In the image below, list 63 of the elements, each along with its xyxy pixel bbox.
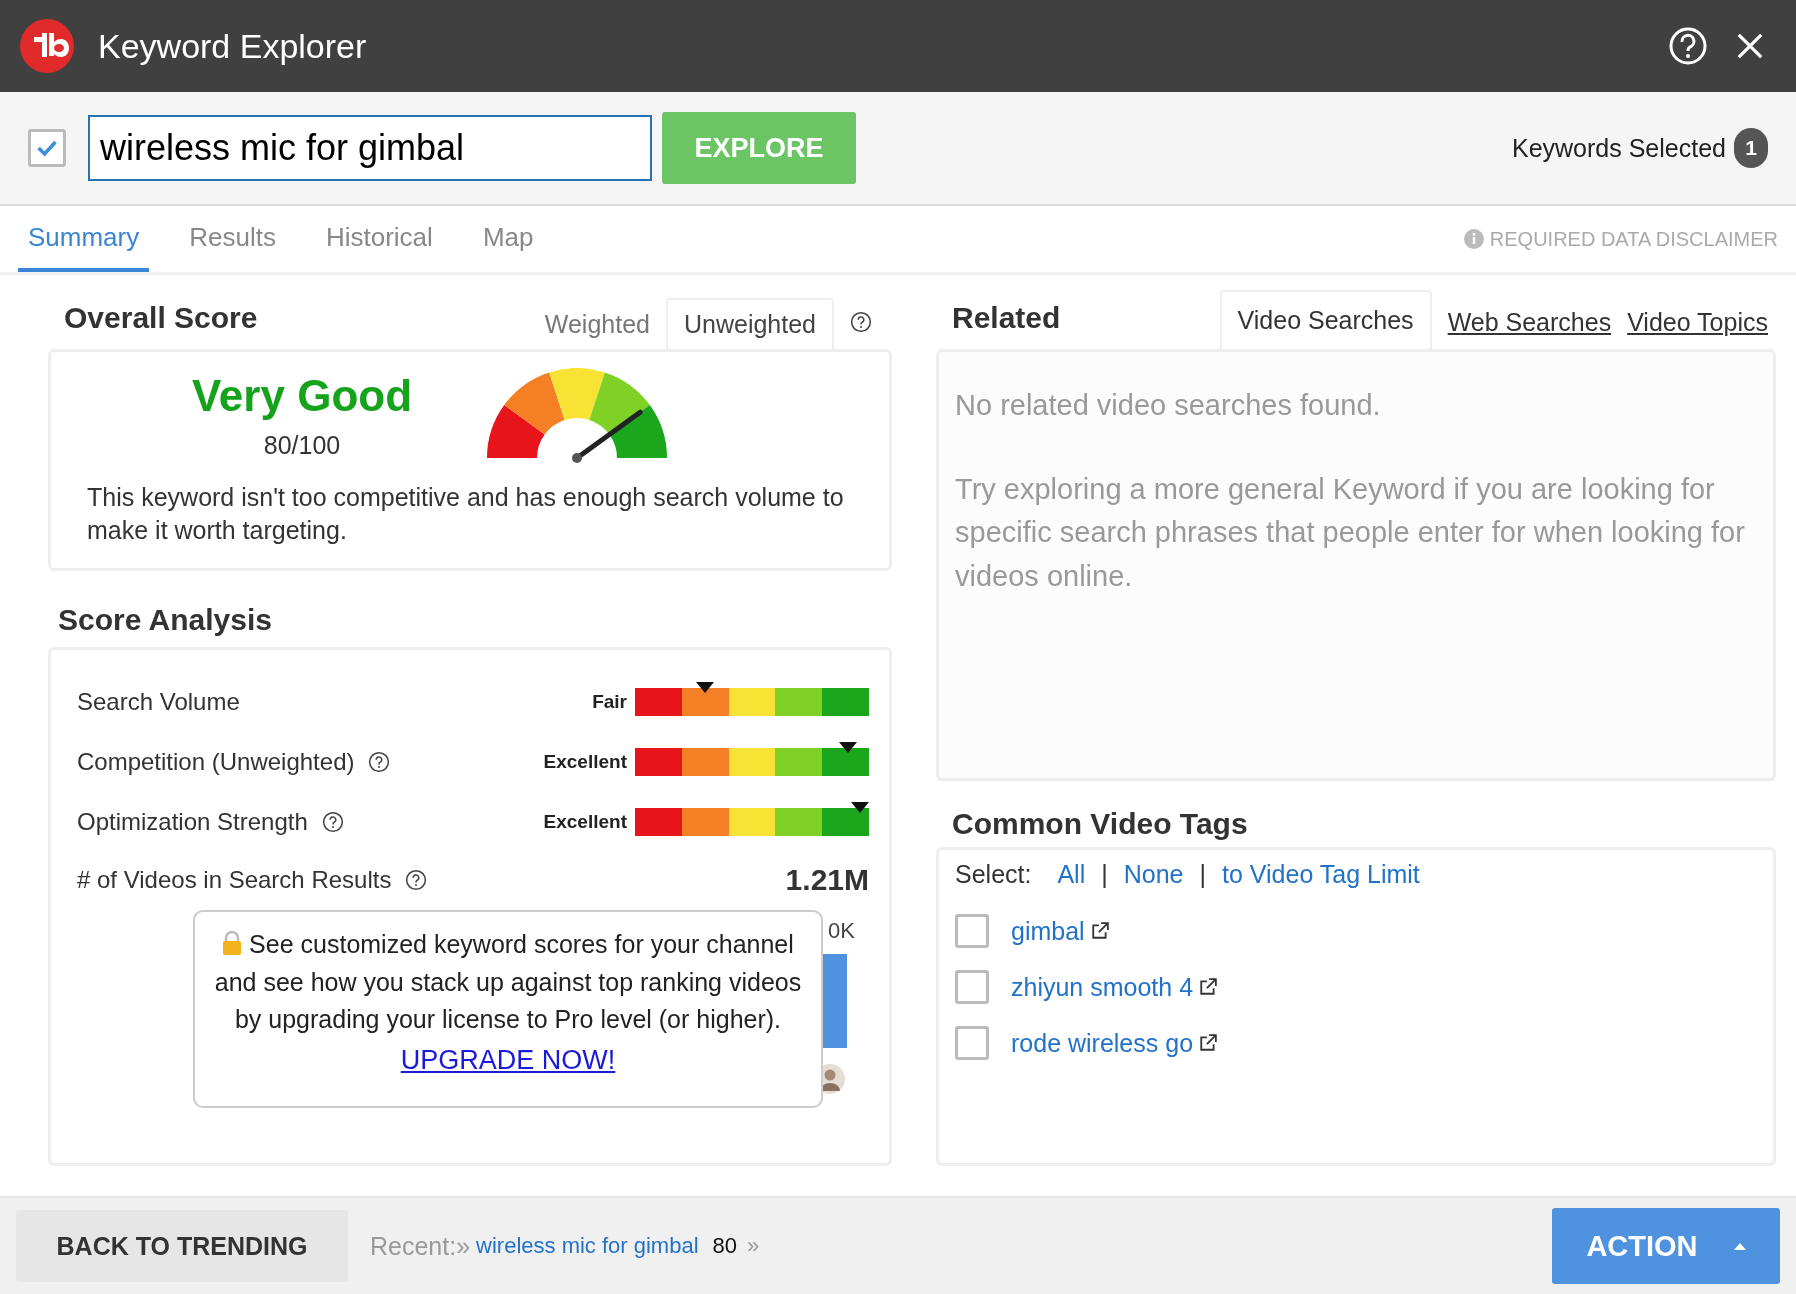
metric-rating: Excellent [543, 811, 627, 833]
upgrade-link[interactable]: UPGRADE NOW! [400, 1044, 616, 1076]
tab[interactable]: Historical [315, 206, 443, 272]
separator: | [1101, 860, 1108, 889]
recent-label: Recent:» [370, 1231, 471, 1261]
section-heading: Related [951, 301, 1062, 336]
section-heading: Overall Score [63, 301, 259, 336]
count-badge: 1 [1734, 128, 1768, 168]
checkbox[interactable] [955, 914, 989, 948]
tag-link[interactable]: rode wireless go [1011, 1028, 1194, 1058]
lock-icon [222, 930, 243, 956]
search-field[interactable]: wireless mic for gimbal [88, 115, 652, 181]
empty-message: No related video searches found. [955, 388, 1382, 423]
external-link-icon[interactable] [1199, 978, 1218, 996]
tab[interactable]: Map [472, 206, 544, 272]
logo-icon [20, 19, 74, 73]
section-heading: Score Analysis [58, 603, 273, 637]
section-heading: Common Video Tags [952, 807, 1249, 841]
videos-count: 1.21M [785, 863, 869, 897]
tag-link[interactable]: zhiyun smooth 4 [1011, 972, 1194, 1002]
score-description: This keyword isn't too competitive and has enough search volume to make it worth targeting. [87, 482, 845, 546]
more-link[interactable]: » [747, 1233, 760, 1259]
metric-label: Optimization Strength [77, 808, 308, 836]
metric-label: Search Volume [77, 688, 240, 716]
external-link-icon[interactable] [1090, 922, 1109, 940]
recent-score: 80 [712, 1233, 738, 1259]
metric-label: # of Videos in Search Results [77, 866, 392, 894]
select-link[interactable]: All [1057, 860, 1086, 889]
help-icon[interactable] [850, 311, 872, 333]
related-tab[interactable]: Web Searches [1439, 302, 1620, 349]
external-link-icon[interactable] [1199, 1034, 1218, 1052]
axis-label: 0K [828, 918, 855, 944]
rating-label: Very Good [191, 371, 413, 421]
tab[interactable]: Results [179, 206, 286, 272]
checkbox[interactable] [955, 1026, 989, 1060]
select-link[interactable]: to Video Tag Limit [1222, 860, 1420, 889]
back-button[interactable]: BACK TO TRENDING [16, 1210, 348, 1282]
separator: | [1199, 860, 1206, 889]
caret-icon [1733, 1242, 1746, 1250]
checkbox[interactable] [28, 129, 66, 167]
metric-rating: Excellent [543, 751, 627, 773]
select-label: Select: [955, 860, 1032, 889]
select-link[interactable]: None [1123, 860, 1184, 889]
metric-label: Competition (Unweighted) [77, 748, 355, 776]
tab[interactable]: Summary [18, 206, 150, 272]
keywords-selected-label: Keywords Selected [1512, 133, 1726, 163]
info-icon [1463, 229, 1484, 249]
upgrade-message: See customized keyword scores for your channel and see how you stack up against top ranking videos by upgrading your license to Pro level (or higher). [213, 929, 803, 1035]
window-title: Keyword Explorer [98, 26, 367, 66]
action-button[interactable]: ACTION [1552, 1208, 1780, 1284]
help-icon[interactable] [321, 811, 344, 833]
checkbox[interactable] [955, 970, 989, 1004]
hint-text: Try exploring a more general Keyword if you are looking for specific search phrases that people enter for when looking for videos online. [955, 471, 1746, 594]
help-icon[interactable] [405, 869, 428, 891]
metric-rating: Fair [592, 691, 627, 713]
score-value: 80/100 [263, 431, 341, 460]
mode-tab[interactable]: Unweighted [665, 298, 834, 349]
mode-tab[interactable]: Weighted [528, 300, 666, 349]
related-tab[interactable]: Video Topics [1619, 302, 1776, 349]
recent-keyword-link[interactable]: wireless mic for gimbal [476, 1233, 699, 1259]
tag-link[interactable]: gimbal [1011, 916, 1085, 946]
related-tab[interactable]: Video Searches [1219, 290, 1432, 349]
help-icon[interactable] [368, 751, 391, 773]
